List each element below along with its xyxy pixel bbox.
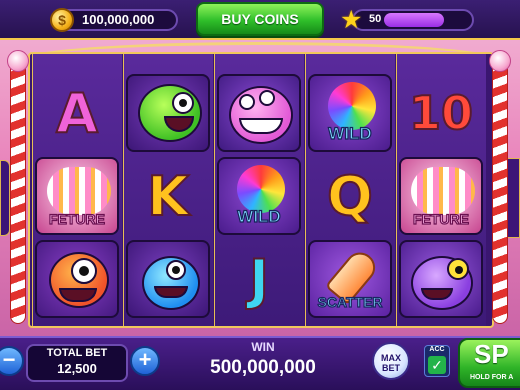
symbol-feature: FETURE [399,157,483,235]
symbol-cell: K [125,155,211,237]
symbol-number-10: 10 [408,85,474,141]
monster-pupil-icon [455,266,463,274]
symbol-wild: WILD [217,157,301,235]
symbol-cell [398,238,484,320]
max-bet-button[interactable]: MAX BET [372,342,410,380]
symbol-pink-monster [217,74,301,152]
level-progress-fill [384,13,444,27]
symbol-cell: A [34,72,120,154]
candy-pole-top-left-icon [7,50,29,72]
monster-eye-icon [259,90,275,106]
left-side-panel [0,160,10,236]
candy-roll-icon [47,167,111,215]
wild-label: WILD [328,123,373,143]
scatter-label: SCATTER [317,293,383,310]
monster-pupil-icon [179,99,187,107]
rainbow-swirl-icon [237,165,285,213]
monster-pupil-icon [172,266,180,274]
feature-label: FETURE [412,210,469,227]
win-value: 500,000,000 [210,357,316,378]
win-label: WIN [251,340,275,354]
symbol-cell: WILD [307,72,393,154]
candy-cane-pole-left [10,62,26,324]
player-level: 50 [369,13,382,25]
green-monster-icon [138,84,202,142]
symbol-cell: SCATTER [307,238,393,320]
monster-eye-icon [239,94,255,110]
symbol-green-monster [126,74,210,152]
symbol-cell: WILD [216,155,302,237]
total-bet-value: 12,500 [57,361,97,376]
symbol-orange-monster [35,240,119,318]
symbol-cell: FETURE [398,155,484,237]
symbol-cell: 10 [398,72,484,154]
total-bet-label: TOTAL BET [46,347,108,359]
coin-balance: 100,000,000 [82,12,155,27]
symbol-cell [34,238,120,320]
symbol-cell: J [216,238,302,320]
checkmark-icon: ✓ [428,356,446,374]
increase-bet-button[interactable]: + [130,346,160,376]
symbol-letter-j: J [248,247,270,312]
coin-icon: $ [50,8,74,32]
symbol-blue-monster [126,240,210,318]
wild-label: WILD [237,206,282,226]
symbol-feature: FETURE [35,157,119,235]
max-bet-label-line2: BET [382,363,400,373]
candy-cane-pole-right [492,62,508,324]
symbol-letter-q: Q [326,164,374,229]
symbol-cell [125,238,211,320]
acc-label: ACC [429,346,445,353]
symbol-purple-monster [399,240,483,318]
symbol-wild: WILD [308,74,392,152]
symbol-cell [125,72,211,154]
symbol-scatter: SCATTER [308,240,392,318]
symbol-letter-k: K [146,164,190,229]
spin-label: SP [474,339,509,369]
candy-pole-top-right-icon [489,50,511,72]
star-icon: ★ [340,6,363,34]
buy-coins-button[interactable]: BUY COINS [196,2,324,36]
spin-hold-hint: HOLD FOR A [470,374,514,381]
rainbow-swirl-icon [328,82,376,130]
symbol-letter-a: A [55,81,99,146]
symbol-cell: Q [307,155,393,237]
symbol-cell: FETURE [34,155,120,237]
monster-pupil-icon [79,266,89,276]
symbol-cell [216,72,302,154]
candy-roll-icon [411,167,475,215]
feature-label: FETURE [48,210,105,227]
max-bet-label-line1: MAX [381,353,401,363]
